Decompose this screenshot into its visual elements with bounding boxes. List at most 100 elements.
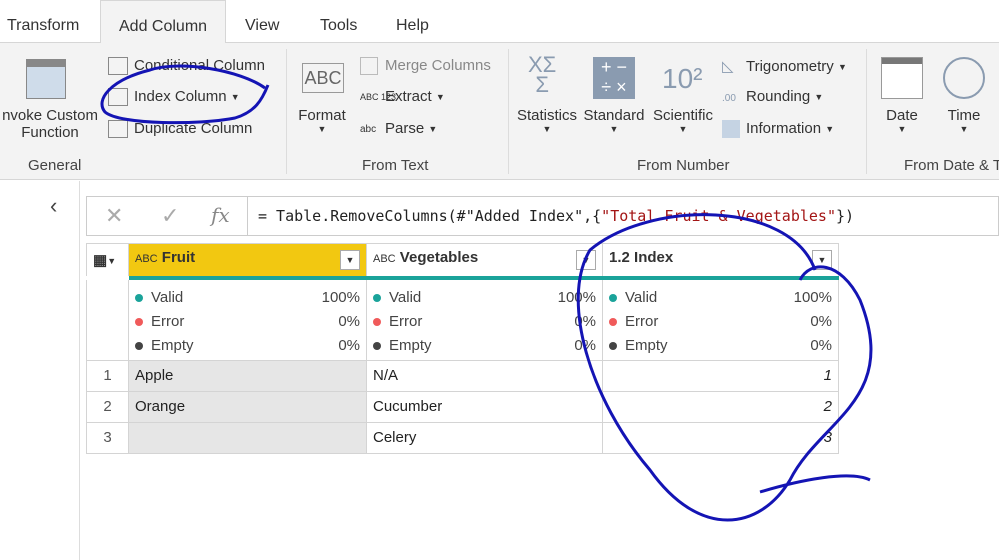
column-header-fruit[interactable]: ABC Fruit ▼ [128,243,367,280]
format-abc-icon: ABC [302,63,344,93]
statistics-button[interactable]: Statistics ▼ [514,107,580,134]
formula-suffix: }) [835,207,855,225]
profile-spacer [86,277,129,361]
ribbon: nvoke Custom Function Conditional Column … [0,43,999,180]
label: Scientific [652,107,714,124]
cell[interactable]: N/A [366,359,603,392]
type-icon: 1.2 [609,249,630,267]
filter-dropdown-icon[interactable]: ▼ [812,250,832,271]
index-column-button[interactable]: Index Column ▼ [108,88,240,107]
queries-pane-collapsed: ‹ [0,181,80,560]
scientific-button[interactable]: Scientific ▼ [650,107,716,134]
information-icon [722,120,740,139]
rounding-icon: .00 [722,93,736,104]
group-label-from-text: From Text [362,157,429,174]
parse-icon: abc [360,123,377,135]
group-label-from-number: From Number [637,157,730,174]
type-icon: ABC [135,253,158,266]
label: Statistics [516,107,577,124]
column-quality-vegetables: Valid 100% Error 0% Empty 0% [366,277,603,361]
invoke-custom-function-button[interactable]: nvoke Custom Function [0,107,100,141]
tab-transform[interactable]: Transform [7,0,79,43]
information-button[interactable]: Information ▼ [722,120,834,139]
label: Trigonometry [746,58,834,75]
row-number[interactable]: 1 [86,359,129,392]
label: Standard [583,107,645,124]
cancel-icon[interactable]: ✕ [105,203,123,229]
cell[interactable]: 1 [602,359,839,392]
table-row: 1 Apple N/A 1 [86,359,839,392]
formula-bar: ✕ ✓ fx = Table.RemoveColumns(#"Added Ind… [86,196,999,236]
cell[interactable]: 2 [602,390,839,423]
label: Merge Columns [385,57,491,74]
fx-icon[interactable]: fx [211,203,230,227]
commit-check-icon[interactable]: ✓ [161,203,179,229]
cell[interactable]: Orange [128,390,367,423]
tab-add-column[interactable]: Add Column [100,0,227,44]
label: Rounding [746,88,811,105]
column-header-index[interactable]: 1.2 Index ▼ [602,243,839,280]
rounding-button[interactable]: .00 Rounding ▼ [722,88,823,105]
group-label-from-date: From Date & T [904,157,999,174]
conditional-column-button[interactable]: Conditional Column [108,57,265,76]
ribbon-tabs: Transform Add Column View Tools Help [0,0,999,44]
row-number[interactable]: 2 [86,390,129,423]
formula-input[interactable]: = Table.RemoveColumns(#"Added Index",{"T… [247,197,987,235]
group-label-general: General [28,157,82,174]
cell[interactable]: Apple [128,359,367,392]
type-icon: ABC [373,253,396,266]
time-button[interactable]: Time ▼ [934,107,994,134]
tab-help[interactable]: Help [396,0,429,43]
parse-button[interactable]: abc Parse ▼ [360,120,437,137]
tab-view[interactable]: View [245,0,279,43]
extract-button[interactable]: ABC 123Extract ▼ [360,88,445,105]
clock-icon [943,57,985,99]
column-name: Vegetables [399,249,479,267]
trigonometry-button[interactable]: ◺ Trigonometry ▼ [722,57,847,75]
filter-dropdown-icon[interactable]: ▼ [340,250,360,271]
formula-prefix: = Table.RemoveColumns(#"Added Index",{ [258,207,602,225]
table-row: 3 Celery 3 [86,421,839,454]
cell[interactable]: 3 [602,421,839,454]
label: Time [947,107,981,124]
column-quality-index: Valid 100% Error 0% Empty 0% [602,277,839,361]
table-menu-icon[interactable]: ▦▼ [86,243,129,280]
statistics-icon: XΣ Σ [528,52,557,97]
column-quality-fruit: Valid 100% Error 0% Empty 0% [128,277,367,361]
expand-chevron-icon[interactable]: ‹ [50,193,57,219]
cell[interactable] [128,421,367,454]
filter-dropdown-icon[interactable]: ▼ [576,250,596,271]
merge-icon [360,57,378,76]
conditional-column-icon [108,57,128,76]
duplicate-column-button[interactable]: Duplicate Column [108,120,253,139]
scientific-icon: 10² [662,63,703,94]
table-row: 2 Orange Cucumber 2 [86,390,839,423]
label: Information [746,120,822,137]
label: Format [298,107,346,124]
merge-columns-button[interactable]: Merge Columns [360,57,491,76]
label: Duplicate Column [134,120,253,137]
tab-tools[interactable]: Tools [320,0,357,43]
cell[interactable]: Cucumber [366,390,603,423]
cell[interactable]: Celery [366,421,603,454]
formula-string: "Total Fruit & Vegetables" [601,207,836,225]
label: Extract [385,88,432,105]
format-button[interactable]: Format ▼ [292,107,352,134]
standard-button[interactable]: Standard ▼ [582,107,646,134]
column-name: Index [634,249,674,267]
label: Index Column [134,88,227,105]
duplicate-column-icon [108,120,128,139]
label: Date [886,107,918,124]
date-button[interactable]: Date ▼ [872,107,932,134]
data-grid: ▦▼ ABC Fruit ▼ ABC Vegetables ▼ 1.2 Index ▼… [86,243,839,454]
standard-icon: + − ÷ × [593,57,635,99]
row-number[interactable]: 3 [86,421,129,454]
label: Parse [385,120,425,137]
column-header-vegetables[interactable]: ABC Vegetables ▼ [366,243,603,280]
index-column-icon [108,88,128,107]
trig-icon: ◺ [722,58,734,75]
label: Conditional Column [134,57,265,74]
invoke-label-2: Function [21,124,79,141]
column-name: Fruit [161,249,196,267]
invoke-label: nvoke Custom [2,107,98,124]
